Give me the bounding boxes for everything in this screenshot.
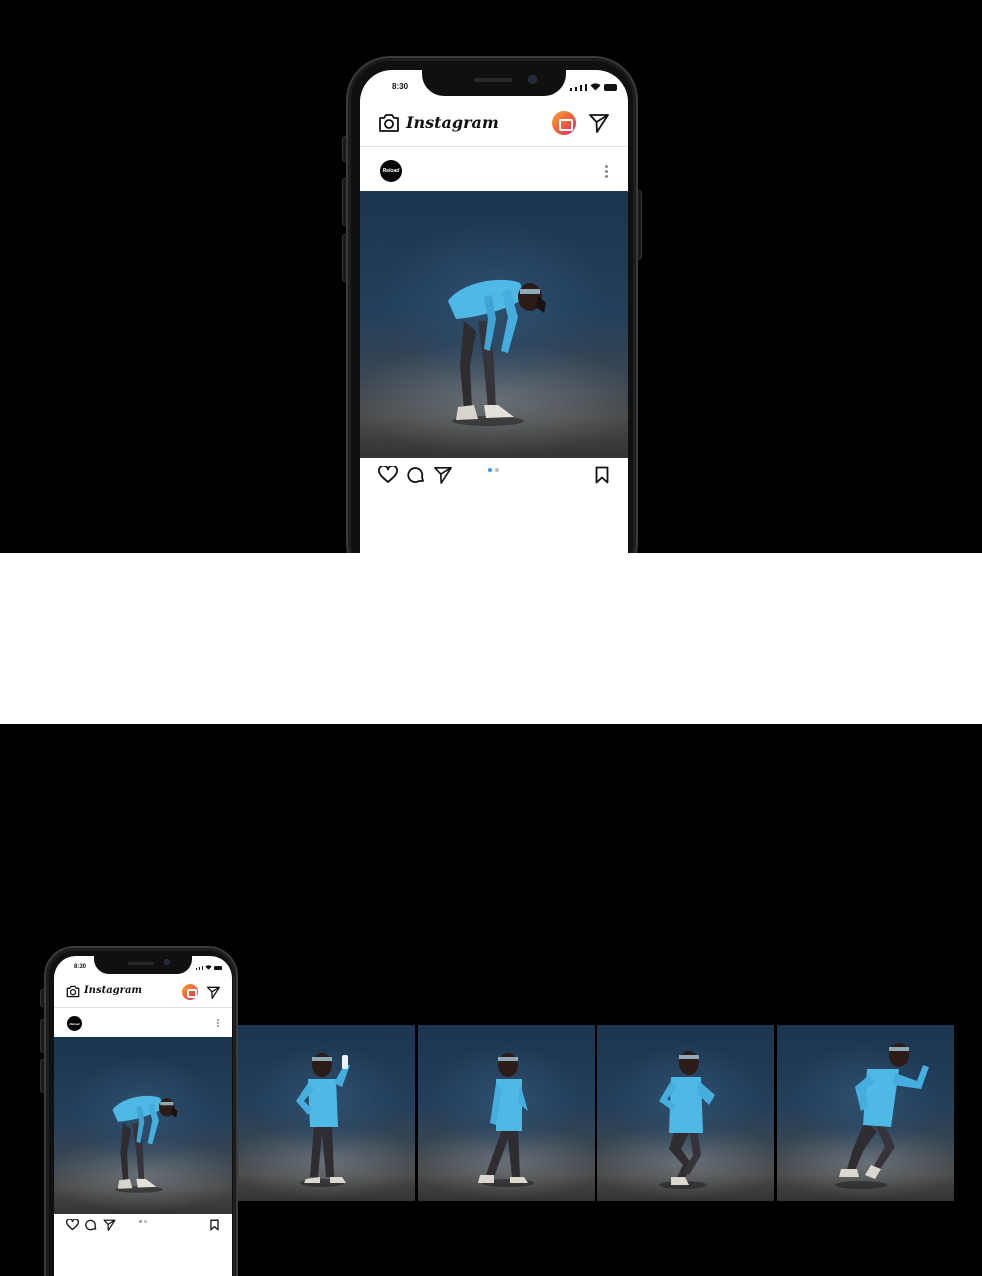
signal-bar (202, 966, 203, 970)
wifi-icon (205, 965, 212, 970)
comment-icon[interactable] (85, 1219, 97, 1231)
instagram-logo: Instagram (84, 985, 142, 996)
notch (94, 956, 192, 974)
status-icons (570, 83, 617, 91)
paper-plane-icon[interactable] (207, 986, 220, 999)
share-icon[interactable] (103, 1219, 116, 1231)
runner-drinking-figure (296, 1053, 350, 1187)
carousel-dot (139, 1220, 142, 1223)
signal-bar (570, 88, 572, 91)
more-vertical-icon[interactable] (605, 165, 608, 178)
instagram-header: Instagram (360, 102, 628, 147)
signal-bar (575, 87, 577, 91)
instagram-header: Instagram (54, 978, 232, 1008)
front-camera (164, 959, 170, 965)
comment-icon[interactable] (407, 466, 425, 484)
carousel-photo-walking (418, 1025, 595, 1201)
carousel-dot (144, 1220, 147, 1223)
runner-bending-figure (112, 1095, 178, 1193)
signal-bar (585, 84, 587, 91)
bookmark-icon[interactable] (595, 466, 609, 484)
heart-icon[interactable] (66, 1219, 79, 1231)
showcase-panel-top: 8:30 Instagram Reload (0, 0, 982, 553)
bookmark-icon[interactable] (210, 1219, 219, 1231)
carousel-photo-jogging (597, 1025, 774, 1201)
camera-icon[interactable] (378, 113, 400, 133)
runner-walking-figure (478, 1053, 534, 1187)
igtv-icon[interactable] (552, 111, 576, 135)
carousel-dot (495, 468, 499, 472)
runner-jogging-figure (659, 1051, 715, 1189)
carousel-photo-drinking (238, 1025, 415, 1201)
runner-sprinting-figure (835, 1043, 929, 1189)
carousel-dot-active (488, 468, 492, 472)
battery-icon (214, 966, 222, 970)
camera-icon[interactable] (66, 985, 80, 998)
front-camera (528, 75, 537, 84)
carousel-indicator (139, 1220, 147, 1223)
speaker (474, 78, 512, 82)
carousel-photo-sprinting (777, 1025, 954, 1201)
status-time: 8:30 (74, 964, 87, 970)
instagram-logo: Instagram (406, 113, 499, 132)
post-photo (360, 191, 628, 458)
share-icon[interactable] (433, 466, 453, 484)
status-time: 8:30 (392, 82, 409, 91)
showcase-panel-bottom: 8:30 Instagram Reload (0, 724, 982, 1276)
carousel-indicator (488, 468, 499, 472)
account-avatar[interactable]: Reload (380, 160, 402, 182)
phone-frame: 8:30 Instagram Reload (346, 56, 638, 553)
phone-screen-small: 8:30 Instagram Reload (54, 956, 232, 1276)
phone-screen: 8:30 Instagram Reload (360, 70, 628, 553)
signal-bar (199, 967, 200, 970)
heart-icon[interactable] (378, 466, 398, 484)
wifi-icon (590, 83, 601, 91)
phone-frame-small: 8:30 Instagram Reload (44, 946, 238, 1276)
runner-bending-figure (448, 279, 546, 426)
notch (422, 70, 566, 96)
signal-bar (580, 85, 582, 91)
post-photo (54, 1037, 232, 1214)
signal-bar (196, 968, 197, 970)
igtv-icon[interactable] (182, 984, 198, 1000)
paper-plane-icon[interactable] (589, 113, 609, 133)
account-avatar[interactable]: Reload (67, 1016, 82, 1031)
battery-icon (604, 84, 617, 91)
status-icons (196, 965, 222, 970)
more-vertical-icon[interactable] (217, 1019, 219, 1027)
speaker (128, 962, 154, 965)
